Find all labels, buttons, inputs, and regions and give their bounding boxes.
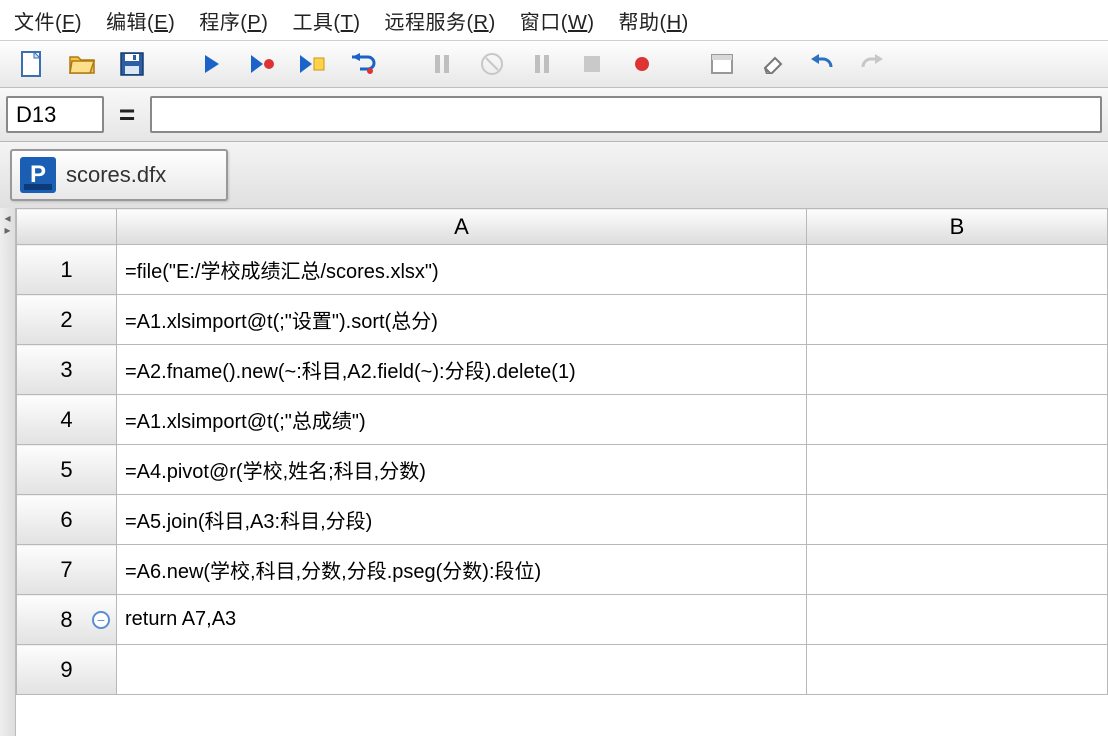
- menu-remote[interactable]: 远程服务(R): [385, 6, 496, 35]
- cell[interactable]: [807, 295, 1108, 345]
- eraser-icon[interactable]: [758, 50, 786, 78]
- cell-reference-box[interactable]: D13: [6, 96, 104, 133]
- run-highlight-icon[interactable]: [298, 50, 326, 78]
- cell[interactable]: [807, 445, 1108, 495]
- toolbar: [0, 40, 1108, 88]
- cell[interactable]: [807, 495, 1108, 545]
- cell[interactable]: =A2.fname().new(~:科目,A2.field(~):分段).del…: [117, 345, 807, 395]
- table-row: 9: [17, 645, 1108, 695]
- table-row: 3=A2.fname().new(~:科目,A2.field(~):分段).de…: [17, 345, 1108, 395]
- table-row: 7=A6.new(学校,科目,分数,分段.pseg(分数):段位): [17, 545, 1108, 595]
- cell-grid[interactable]: A B 1=file("E:/学校成绩汇总/scores.xlsx")2=A1.…: [16, 208, 1108, 736]
- table-row: 5=A4.pivot@r(学校,姓名;科目,分数): [17, 445, 1108, 495]
- cell[interactable]: =file("E:/学校成绩汇总/scores.xlsx"): [117, 245, 807, 295]
- row-header[interactable]: 3: [17, 345, 117, 395]
- menu-help[interactable]: 帮助(H): [619, 6, 689, 35]
- grid-area: ◂ ▸ A B 1=file("E:/学校成绩汇总/scores.xlsx")2…: [0, 208, 1108, 736]
- row-header[interactable]: 6: [17, 495, 117, 545]
- stop-dim-icon[interactable]: [478, 50, 506, 78]
- breakpoint-icon[interactable]: [628, 50, 656, 78]
- cell[interactable]: return A7,A3: [117, 595, 807, 645]
- cell[interactable]: [807, 595, 1108, 645]
- pause2-icon[interactable]: [528, 50, 556, 78]
- cell[interactable]: [807, 245, 1108, 295]
- menu-bar: 文件(F) 编辑(E) 程序(P) 工具(T) 远程服务(R) 窗口(W) 帮助…: [0, 0, 1108, 40]
- window-icon[interactable]: [708, 50, 736, 78]
- cell[interactable]: =A5.join(科目,A3:科目,分段): [117, 495, 807, 545]
- left-gutter[interactable]: ◂ ▸: [0, 208, 16, 736]
- expand-right-icon[interactable]: ▸: [4, 224, 10, 236]
- document-tab-label: scores.dfx: [66, 162, 166, 188]
- menu-tools[interactable]: 工具(T): [292, 6, 360, 35]
- open-folder-icon[interactable]: [68, 50, 96, 78]
- document-tab-icon: P: [20, 157, 56, 193]
- table-row: 8−return A7,A3: [17, 595, 1108, 645]
- cell[interactable]: =A4.pivot@r(学校,姓名;科目,分数): [117, 445, 807, 495]
- column-header-A[interactable]: A: [117, 209, 807, 245]
- menu-edit[interactable]: 编辑(E): [106, 6, 175, 35]
- cell[interactable]: [117, 645, 807, 695]
- table-row: 2=A1.xlsimport@t(;"设置").sort(总分): [17, 295, 1108, 345]
- redo-icon[interactable]: [858, 50, 886, 78]
- stop-square-icon[interactable]: [578, 50, 606, 78]
- collapse-toggle-icon[interactable]: −: [92, 611, 110, 629]
- menu-program[interactable]: 程序(P): [199, 6, 268, 35]
- step-return-icon[interactable]: [348, 50, 376, 78]
- column-header-row: A B: [17, 209, 1108, 245]
- cell[interactable]: =A1.xlsimport@t(;"设置").sort(总分): [117, 295, 807, 345]
- run-icon[interactable]: [198, 50, 226, 78]
- cell-reference-value: D13: [16, 102, 56, 128]
- row-header[interactable]: 7: [17, 545, 117, 595]
- document-tab-bar: P scores.dfx: [0, 142, 1108, 208]
- row-header[interactable]: 8−: [17, 595, 117, 645]
- formula-bar: D13 =: [0, 88, 1108, 142]
- table-row: 6=A5.join(科目,A3:科目,分段): [17, 495, 1108, 545]
- document-tab[interactable]: P scores.dfx: [10, 149, 228, 201]
- formula-equals-label: =: [110, 96, 144, 133]
- corner-cell[interactable]: [17, 209, 117, 245]
- row-header[interactable]: 2: [17, 295, 117, 345]
- cell[interactable]: [807, 345, 1108, 395]
- cell[interactable]: [807, 645, 1108, 695]
- row-header[interactable]: 9: [17, 645, 117, 695]
- undo-icon[interactable]: [808, 50, 836, 78]
- column-header-B[interactable]: B: [807, 209, 1108, 245]
- table-row: 1=file("E:/学校成绩汇总/scores.xlsx"): [17, 245, 1108, 295]
- cell[interactable]: =A1.xlsimport@t(;"总成绩"): [117, 395, 807, 445]
- row-header[interactable]: 1: [17, 245, 117, 295]
- menu-file[interactable]: 文件(F): [14, 6, 82, 35]
- pause-icon[interactable]: [428, 50, 456, 78]
- row-header[interactable]: 5: [17, 445, 117, 495]
- table-row: 4=A1.xlsimport@t(;"总成绩"): [17, 395, 1108, 445]
- row-header[interactable]: 4: [17, 395, 117, 445]
- menu-window[interactable]: 窗口(W): [520, 6, 595, 35]
- formula-input[interactable]: [150, 96, 1102, 133]
- save-disk-icon[interactable]: [118, 50, 146, 78]
- run-debug-icon[interactable]: [248, 50, 276, 78]
- new-file-icon[interactable]: [18, 50, 46, 78]
- cell[interactable]: [807, 545, 1108, 595]
- cell[interactable]: [807, 395, 1108, 445]
- cell[interactable]: =A6.new(学校,科目,分数,分段.pseg(分数):段位): [117, 545, 807, 595]
